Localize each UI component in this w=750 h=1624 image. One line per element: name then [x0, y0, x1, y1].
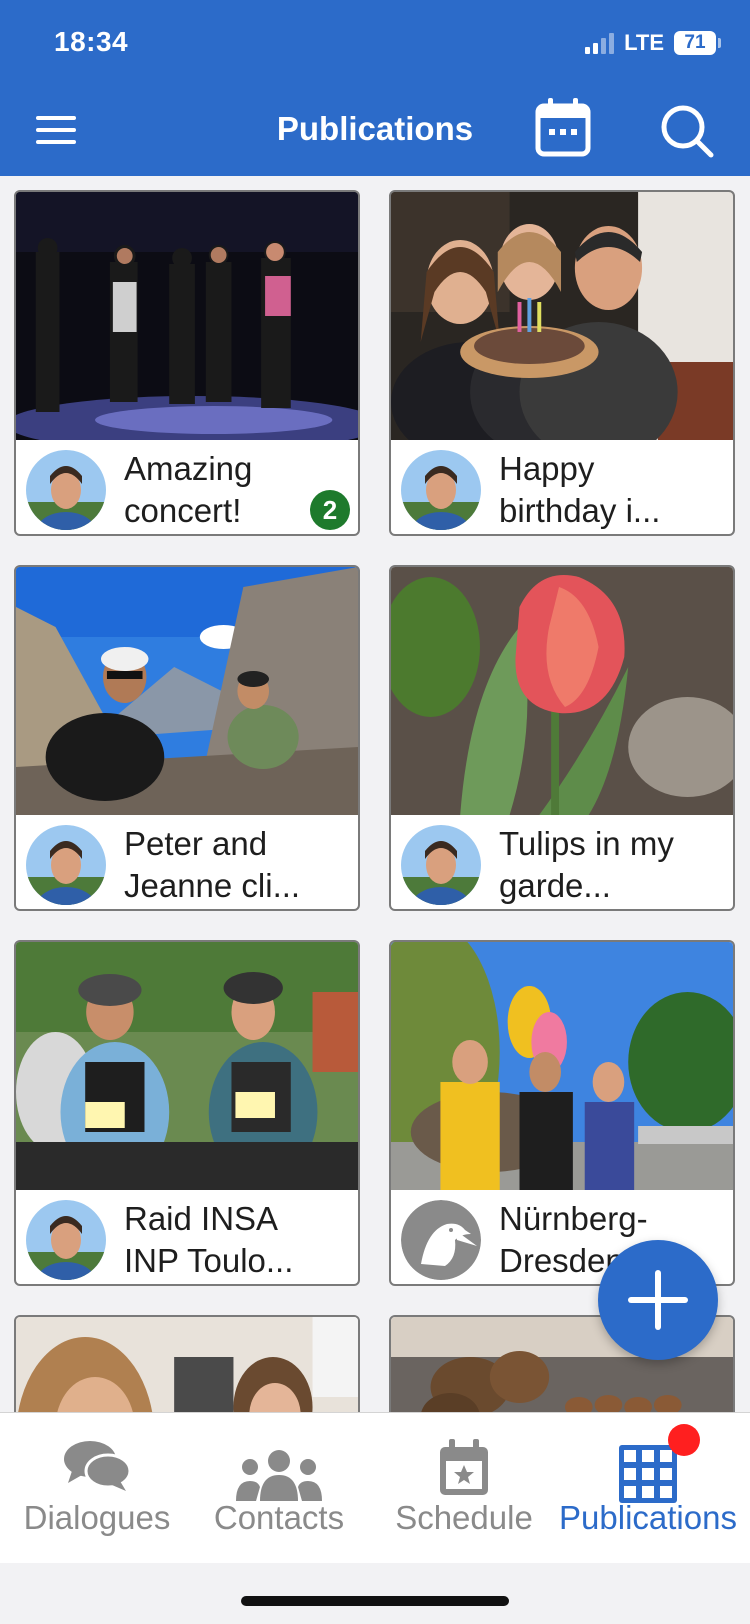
publication-photo — [16, 567, 358, 815]
author-avatar — [26, 825, 106, 905]
publication-footer: Amazing concert! 2 — [16, 440, 358, 534]
publication-photo — [16, 192, 358, 440]
publication-card[interactable]: Raid INSA INP Toulo... — [14, 940, 360, 1286]
add-publication-button[interactable] — [598, 1240, 718, 1360]
publication-title: Amazing concert! — [124, 450, 253, 529]
publication-card[interactable] — [14, 1315, 360, 1412]
page-title: Publications — [276, 110, 474, 147]
author-avatar — [401, 450, 481, 530]
publication-photo — [391, 567, 733, 815]
battery-icon: 71 — [674, 31, 721, 55]
tab-schedule[interactable]: Schedule — [378, 1413, 550, 1563]
publication-title: Peter and Jeanne cli... — [124, 825, 301, 904]
pelican-avatar — [401, 1200, 481, 1280]
author-avatar — [26, 1200, 106, 1280]
publication-card[interactable]: Tulips in my garde... — [389, 565, 735, 911]
publication-footer: Peter and Jeanne cli... — [16, 815, 358, 909]
publication-card[interactable]: Peter and Jeanne cli... — [14, 565, 360, 911]
signal-icon — [585, 32, 615, 54]
home-indicator — [241, 1596, 509, 1606]
grid-icon — [619, 1445, 677, 1503]
publications-grid: Amazing concert! 2 Happy birthday i... P… — [0, 176, 750, 1412]
tab-label: Contacts — [213, 1499, 345, 1536]
publication-footer: Raid INSA INP Toulo... — [16, 1190, 358, 1284]
status-indicators: LTE 71 — [585, 30, 721, 56]
publication-title: Raid INSA INP Toulo... — [124, 1200, 294, 1279]
publication-card[interactable]: Amazing concert! 2 — [14, 190, 360, 536]
publication-footer: Happy birthday i... — [391, 440, 733, 534]
app-header: 18:34 LTE 71 Publications — [0, 0, 750, 176]
tab-dialogues[interactable]: Dialogues — [0, 1413, 194, 1563]
tab-label: Dialogues — [23, 1499, 171, 1536]
author-avatar — [401, 825, 481, 905]
publication-title: Happy birthday i... — [499, 450, 661, 529]
tab-publications[interactable]: Publications — [556, 1413, 740, 1563]
bottom-tab-bar: Dialogues Contacts Schedule Publications — [0, 1412, 750, 1563]
comment-count-badge: 2 — [310, 490, 350, 530]
calendar-icon[interactable] — [535, 96, 591, 158]
publication-footer: Tulips in my garde... — [391, 815, 733, 909]
publication-photo — [16, 942, 358, 1190]
publication-card[interactable]: Nürnberg-Dresden — [389, 940, 735, 1286]
tab-contacts[interactable]: Contacts — [194, 1413, 364, 1563]
search-icon[interactable] — [660, 104, 714, 158]
tab-label: Schedule — [395, 1499, 533, 1536]
publication-photo — [16, 1317, 358, 1412]
status-time: 18:34 — [54, 26, 129, 57]
chat-bubbles-icon — [64, 1441, 132, 1491]
publication-card[interactable]: Happy birthday i... — [389, 190, 735, 536]
network-type: LTE — [624, 30, 664, 55]
publication-title: Tulips in my garde... — [499, 825, 674, 904]
people-icon — [236, 1450, 322, 1501]
notification-dot — [668, 1424, 700, 1456]
publication-photo — [391, 942, 733, 1190]
calendar-star-icon — [440, 1439, 488, 1495]
author-avatar — [26, 450, 106, 530]
tab-label: Publications — [559, 1499, 737, 1536]
publication-photo — [391, 192, 733, 440]
